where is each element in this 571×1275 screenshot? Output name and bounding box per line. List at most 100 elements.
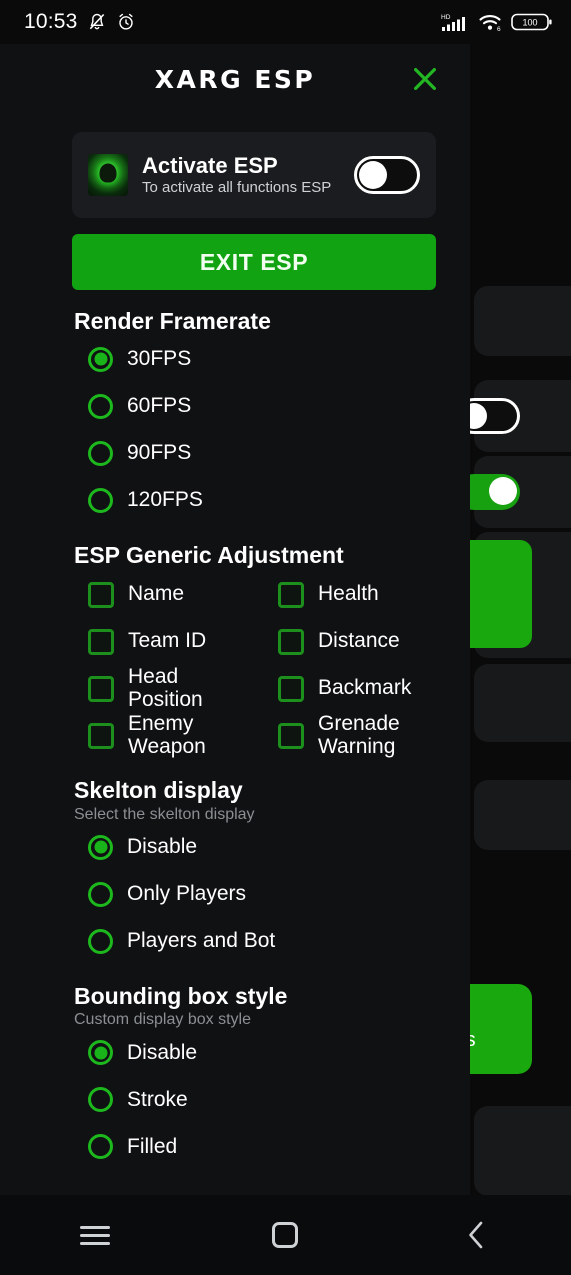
radio-label: 60FPS: [127, 394, 192, 418]
checkbox-indicator: [278, 675, 304, 702]
radio-option-60fps[interactable]: 60FPS: [72, 383, 436, 430]
radio-group-bounding-box-style: Disable Stroke Filled: [72, 1029, 436, 1170]
section-skelton-display: Skelton display Select the skelton displ…: [72, 777, 436, 965]
checkbox-indicator: [88, 628, 114, 655]
back-icon: [469, 1221, 483, 1249]
checkbox-option-health[interactable]: Health: [262, 571, 436, 618]
checkbox-option-head-position[interactable]: Head Position: [72, 665, 262, 712]
activate-esp-title: Activate ESP: [142, 152, 278, 178]
hd-signal-icon: HD: [441, 14, 465, 31]
recents-button[interactable]: [50, 1205, 140, 1265]
recents-icon: [80, 1221, 111, 1250]
home-icon: [272, 1222, 299, 1248]
checkbox-option-name[interactable]: Name: [72, 571, 262, 618]
checkbox-label: Team ID: [128, 629, 207, 653]
activate-esp-toggle[interactable]: [354, 156, 420, 194]
radio-label: 90FPS: [127, 441, 192, 465]
radio-option-only-players[interactable]: Only Players: [72, 871, 436, 918]
checkbox-label: Grenade Warning: [318, 712, 400, 758]
radio-indicator: [88, 440, 113, 466]
checkbox-option-distance[interactable]: Distance: [262, 618, 436, 665]
home-button[interactable]: [240, 1205, 330, 1265]
app-logo-icon: [88, 154, 128, 196]
checkbox-option-backmark[interactable]: Backmark: [262, 665, 436, 712]
section-subtitle: Select the skelton display: [74, 805, 255, 823]
bg-card-5: [474, 664, 571, 742]
checkbox-label: Backmark: [318, 676, 412, 700]
mute-icon: [89, 13, 104, 30]
radio-indicator: [88, 881, 113, 907]
radio-option-120fps[interactable]: 120FPS: [72, 477, 436, 524]
checkbox-option-grenade-warning[interactable]: Grenade Warning: [262, 712, 436, 759]
radio-option-skelton-disable[interactable]: Disable: [72, 824, 436, 871]
page-title: XARG ESP: [154, 64, 316, 94]
radio-option-stroke[interactable]: Stroke: [72, 1076, 436, 1123]
wifi-gen-label: 6: [497, 26, 501, 32]
panel-header: XARG ESP: [0, 44, 470, 114]
back-button[interactable]: [431, 1205, 521, 1265]
checkbox-indicator: [88, 675, 114, 702]
activate-esp-subtitle: To activate all functions ESP: [142, 178, 332, 196]
close-button[interactable]: [408, 62, 442, 96]
checkbox-label: Name: [128, 582, 185, 606]
radio-indicator: [88, 1087, 113, 1113]
radio-indicator: [88, 834, 113, 860]
section-title: Render Framerate: [74, 308, 271, 334]
radio-label: Disable: [127, 1040, 198, 1064]
bg-card-3: [456, 456, 571, 528]
radio-indicator: [88, 928, 113, 954]
radio-label: Stroke: [127, 1087, 188, 1111]
radio-option-players-and-bot[interactable]: Players and Bot: [72, 918, 436, 965]
radio-option-30fps[interactable]: 30FPS: [72, 336, 436, 383]
activate-esp-card[interactable]: Activate ESP To activate all functions E…: [72, 132, 436, 218]
section-title: Bounding box style: [74, 982, 288, 1009]
phone-screen: 10:53 HD 6 100 XARG ESP Activate ESP To …: [0, 0, 571, 1275]
radio-indicator: [88, 346, 113, 372]
wifi-icon: 6: [479, 15, 501, 32]
bg-card-6: [474, 780, 571, 850]
exit-esp-button[interactable]: EXIT ESP: [72, 234, 436, 290]
close-icon: [414, 68, 436, 90]
checkbox-indicator: [278, 628, 304, 655]
radio-label: 120FPS: [127, 488, 203, 512]
radio-group-skelton-display: Disable Only Players Players and Bot: [72, 824, 436, 965]
alarm-icon: [118, 13, 133, 30]
radio-option-box-disable[interactable]: Disable: [72, 1029, 436, 1076]
bg-card-2: [456, 380, 571, 452]
section-title: ESP Generic Adjustment: [74, 541, 344, 568]
radio-label: Disable: [127, 835, 198, 859]
section-bounding-box-style: Bounding box style Custom display box st…: [72, 983, 436, 1171]
radio-label: Filled: [127, 1134, 178, 1158]
checkbox-indicator: [278, 581, 304, 608]
hd-label: HD: [441, 14, 451, 21]
checkbox-option-enemy-weapon[interactable]: Enemy Weapon: [72, 712, 262, 759]
radio-label: Players and Bot: [127, 929, 276, 953]
android-nav-bar: [0, 1195, 571, 1275]
radio-group-render-framerate: 30FPS 60FPS 90FPS 120FPS: [72, 336, 436, 524]
status-bar-clock: 10:53: [24, 10, 78, 33]
radio-indicator: [88, 393, 113, 419]
radio-indicator: [88, 1040, 113, 1066]
section-subtitle: Custom display box style: [74, 1011, 251, 1029]
section-esp-generic-adjustment: ESP Generic Adjustment Name Health Team …: [72, 542, 436, 760]
radio-option-90fps[interactable]: 90FPS: [72, 430, 436, 477]
status-bar: 10:53 HD 6 100: [0, 0, 571, 44]
section-title: Skelton display: [74, 777, 243, 804]
checkbox-label: Distance: [318, 629, 400, 653]
battery-icon: 100: [511, 13, 552, 31]
bg-card-1: [474, 286, 571, 356]
panel-body: Activate ESP To activate all functions E…: [0, 114, 470, 1239]
checkbox-indicator: [88, 722, 114, 749]
section-render-framerate: Render Framerate 30FPS 60FPS 90FPS 120FP…: [72, 308, 436, 524]
checkbox-indicator: [278, 722, 304, 749]
checkbox-option-team-id[interactable]: Team ID: [72, 618, 262, 665]
status-bar-right: HD 6 100: [441, 11, 553, 33]
radio-label: Only Players: [127, 882, 247, 906]
checkbox-label: Health: [318, 582, 379, 606]
radio-label: 30FPS: [127, 347, 192, 371]
battery-level-label: 100: [522, 18, 537, 28]
activate-esp-texts: Activate ESP To activate all functions E…: [142, 152, 340, 197]
checkbox-group-esp-generic: Name Health Team ID Distance Head Positi…: [72, 571, 436, 759]
radio-option-filled[interactable]: Filled: [72, 1123, 436, 1170]
checkbox-label: Head Position: [128, 665, 203, 711]
